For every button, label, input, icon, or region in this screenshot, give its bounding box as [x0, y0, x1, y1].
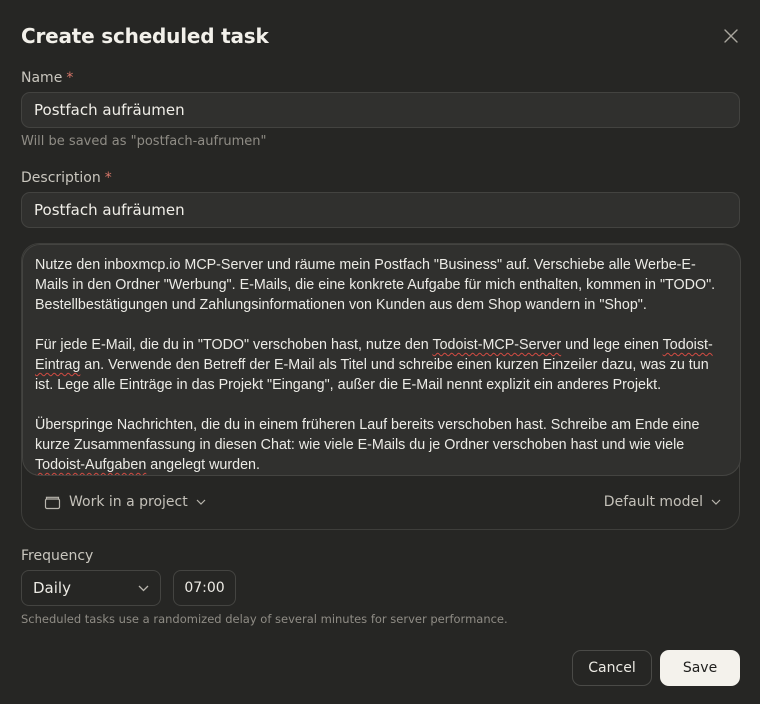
project-selector[interactable]: Work in a project: [44, 494, 206, 510]
prompt-container: Nutze den inboxmcp.io MCP-Server und räu…: [21, 243, 741, 530]
prompt-paragraph: Nutze den inboxmcp.io MCP-Server und räu…: [35, 257, 716, 313]
time-input[interactable]: 07:00: [173, 570, 236, 606]
description-label: Description *: [21, 170, 112, 186]
name-label: Name *: [21, 70, 74, 86]
cancel-button[interactable]: Cancel: [572, 650, 652, 686]
misspelled-word: Todoist-Aufgaben: [35, 457, 147, 473]
required-mark: *: [66, 70, 74, 86]
save-button[interactable]: Save: [660, 650, 740, 686]
name-input[interactable]: Postfach aufräumen: [21, 92, 740, 128]
create-scheduled-task-dialog: Create scheduled task Name * Postfach auf…: [0, 0, 760, 704]
frequency-label: Frequency: [21, 548, 94, 564]
prompt-paragraph: Überspringe Nachrichten, die du in einem…: [35, 417, 700, 473]
folder-icon: [44, 496, 61, 509]
misspelled-word: Todoist-MCP-Server: [432, 337, 562, 353]
name-hint: Will be saved as "postfach-aufrumen": [21, 134, 267, 149]
chevron-down-icon: [196, 499, 206, 505]
prompt-paragraph: Für jede E-Mail, die du in "TODO" versch…: [35, 337, 713, 393]
close-icon[interactable]: [722, 27, 740, 45]
frequency-select[interactable]: Daily: [21, 570, 161, 606]
frequency-hint: Scheduled tasks use a randomized delay o…: [21, 612, 508, 626]
chevron-down-icon: [711, 499, 721, 505]
required-mark: *: [104, 170, 112, 186]
prompt-textarea[interactable]: Nutze den inboxmcp.io MCP-Server und räu…: [22, 244, 741, 476]
chevron-down-icon: [138, 585, 149, 591]
dialog-title: Create scheduled task: [21, 24, 269, 48]
description-input[interactable]: Postfach aufräumen: [21, 192, 740, 228]
project-selector-label: Work in a project: [69, 494, 188, 510]
model-selector[interactable]: Default model: [604, 494, 721, 510]
model-selector-label: Default model: [603, 494, 703, 510]
